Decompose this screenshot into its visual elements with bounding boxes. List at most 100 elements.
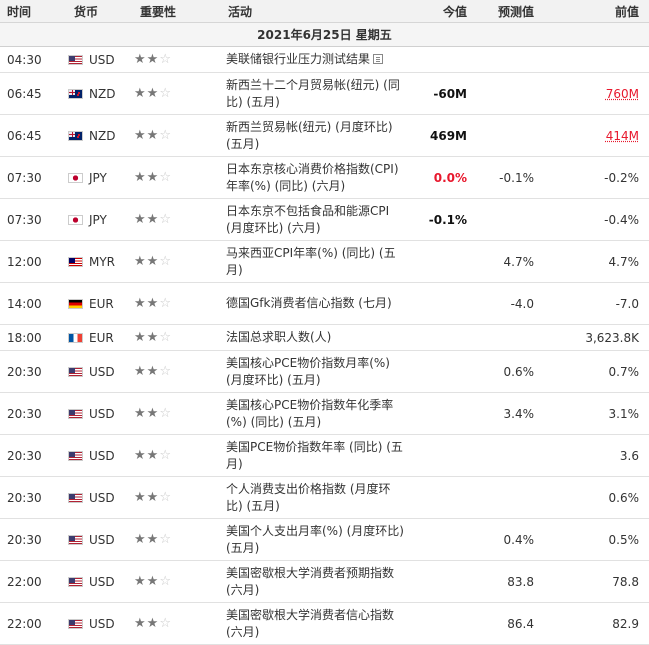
event-cell[interactable]: 美国个人支出月率(%) (月度环比) (五月) (224, 518, 407, 561)
star-filled-icon: ★ (146, 364, 160, 379)
star-empty-icon: ☆ (159, 86, 172, 101)
star-empty-icon: ☆ (159, 128, 172, 143)
event-name[interactable]: 个人消费支出价格指数 (月度环比) (五月) (226, 482, 391, 513)
currency-code: JPY (89, 212, 107, 227)
table-row[interactable]: 20:30 USD ★★☆ 美国PCE物价指数年率 (同比) (五月) 3.6 (0, 434, 649, 477)
table-row[interactable]: 06:45 NZD ★★☆ 新西兰十二个月贸易帐(纽元) (同比) (五月) -60M 7… (0, 72, 649, 115)
row-currency: USD (66, 350, 132, 393)
actual-value (407, 392, 475, 435)
event-name[interactable]: 美国个人支出月率(%) (月度环比) (五月) (226, 524, 404, 555)
col-header-event[interactable]: 活动 (224, 0, 407, 23)
event-cell[interactable]: 美国核心PCE物价指数年化季率(%) (同比) (五月) (224, 392, 407, 435)
previous-value: 4.7% (542, 240, 649, 283)
previous-text: -0.2% (604, 170, 639, 185)
forecast-text: 0.6% (503, 364, 535, 379)
event-cell[interactable]: 新西兰贸易帐(纽元) (月度环比) (五月) (224, 114, 407, 157)
star-filled-icon: ★ (134, 254, 147, 269)
event-cell[interactable]: 日本东京不包括食品和能源CPI (月度环比) (六月) (224, 198, 407, 241)
event-cell[interactable]: 日本东京核心消费价格指数(CPI)年率(%) (同比) (六月) (224, 156, 407, 199)
event-name[interactable]: 美国密歇根大学消费者信心指数 (六月) (226, 608, 394, 639)
previous-value (542, 46, 649, 73)
event-cell[interactable]: 美国密歇根大学消费者信心指数 (六月) (224, 602, 407, 645)
event-name[interactable]: 美联储银行业压力测试结果 (226, 52, 370, 66)
forecast-text: 83.8 (507, 574, 534, 589)
table-row[interactable]: 14:00 EUR ★★☆ 德国Gfk消费者信心指数 (七月) -4.0 -7.0 (0, 282, 649, 325)
table-row[interactable]: 20:30 USD ★★☆ 美国核心PCE物价指数年化季率(%) (同比) (五月) 3… (0, 392, 649, 435)
currency-code: EUR (89, 296, 114, 311)
event-name[interactable]: 马来西亚CPI年率(%) (同比) (五月) (226, 246, 396, 277)
time-text: 07:30 (7, 212, 42, 227)
table-row[interactable]: 20:30 USD ★★☆ 美国个人支出月率(%) (月度环比) (五月) 0.4% 0.… (0, 518, 649, 561)
row-time: 20:30 (0, 350, 66, 393)
col-header-time[interactable]: 时间 (0, 0, 66, 23)
event-name[interactable]: 美国PCE物价指数年率 (同比) (五月) (226, 440, 403, 471)
event-name[interactable]: 法国总求职人数(人) (226, 330, 331, 344)
table-row[interactable]: 04:30 USD ★★☆ 美联储银行业压力测试结果 (0, 46, 649, 73)
col-header-currency[interactable]: 货币 (66, 0, 132, 23)
time-text: 22:00 (7, 616, 42, 631)
event-cell[interactable]: 法国总求职人数(人) (224, 324, 407, 351)
event-name[interactable]: 新西兰十二个月贸易帐(纽元) (同比) (五月) (226, 78, 400, 109)
event-cell[interactable]: 美联储银行业压力测试结果 (224, 46, 407, 73)
table-row[interactable]: 20:30 USD ★★☆ 美国核心PCE物价指数月率(%) (月度环比) (五月) 0… (0, 350, 649, 393)
table-row[interactable]: 07:30 JPY ★★☆ 日本东京不包括食品和能源CPI (月度环比) (六月) -0… (0, 198, 649, 241)
event-name[interactable]: 日本东京核心消费价格指数(CPI)年率(%) (同比) (六月) (226, 162, 399, 193)
col-header-actual[interactable]: 今值 (407, 0, 475, 23)
star-filled-icon: ★ (146, 212, 160, 227)
event-cell[interactable]: 德国Gfk消费者信心指数 (七月) (224, 282, 407, 325)
event-cell[interactable]: 美国核心PCE物价指数月率(%) (月度环比) (五月) (224, 350, 407, 393)
importance-stars: ★★☆ (132, 560, 224, 603)
event-name[interactable]: 日本东京不包括食品和能源CPI (月度环比) (六月) (226, 204, 389, 235)
event-name[interactable]: 美国核心PCE物价指数月率(%) (月度环比) (五月) (226, 356, 390, 387)
row-currency: JPY (66, 198, 132, 241)
actual-value (407, 434, 475, 477)
event-cell[interactable]: 个人消费支出价格指数 (月度环比) (五月) (224, 476, 407, 519)
row-currency: EUR (66, 282, 132, 325)
event-cell[interactable]: 美国密歇根大学消费者预期指数 (六月) (224, 560, 407, 603)
actual-text: -60M (433, 86, 467, 101)
row-currency: USD (66, 560, 132, 603)
previous-text[interactable]: 414M (606, 129, 639, 143)
table-row[interactable]: 22:00 USD ★★☆ 美国密歇根大学消费者信心指数 (六月) 86.4 82.9 (0, 602, 649, 645)
col-header-importance[interactable]: 重要性 (132, 0, 224, 23)
row-time: 14:00 (0, 282, 66, 325)
event-name[interactable]: 新西兰贸易帐(纽元) (月度环比) (五月) (226, 120, 393, 151)
table-row[interactable]: 18:00 EUR ★★☆ 法国总求职人数(人) 3,623.8K (0, 324, 649, 351)
forecast-value (475, 198, 542, 241)
event-name[interactable]: 美国核心PCE物价指数年化季率(%) (同比) (五月) (226, 398, 393, 429)
actual-value: -0.1% (407, 198, 475, 241)
col-header-previous[interactable]: 前值 (542, 0, 649, 23)
forecast-text: 4.7% (503, 254, 535, 269)
actual-value (407, 240, 475, 283)
forecast-value (475, 324, 542, 351)
col-header-forecast[interactable]: 预测值 (475, 0, 542, 23)
row-currency: USD (66, 392, 132, 435)
flag-jp-icon (68, 214, 83, 225)
table-row[interactable]: 20:30 USD ★★☆ 个人消费支出价格指数 (月度环比) (五月) 0.6% (0, 476, 649, 519)
table-row[interactable]: 12:00 MYR ★★☆ 马来西亚CPI年率(%) (同比) (五月) 4.7% 4.7… (0, 240, 649, 283)
table-row[interactable]: 07:30 JPY ★★☆ 日本东京核心消费价格指数(CPI)年率(%) (同比) (… (0, 156, 649, 199)
table-row[interactable]: 06:45 NZD ★★☆ 新西兰贸易帐(纽元) (月度环比) (五月) 469M 414… (0, 114, 649, 157)
row-time: 12:00 (0, 240, 66, 283)
previous-text[interactable]: 760M (606, 87, 639, 101)
star-filled-icon: ★ (134, 616, 147, 631)
event-name[interactable]: 德国Gfk消费者信心指数 (七月) (226, 296, 392, 310)
star-empty-icon: ☆ (159, 490, 172, 505)
event-name[interactable]: 美国密歇根大学消费者预期指数 (六月) (226, 566, 394, 597)
table-row[interactable]: 22:00 USD ★★☆ 美国密歇根大学消费者预期指数 (六月) 83.8 78.8 (0, 560, 649, 603)
time-text: 22:00 (7, 574, 42, 589)
star-filled-icon: ★ (146, 296, 160, 311)
event-cell[interactable]: 美国PCE物价指数年率 (同比) (五月) (224, 434, 407, 477)
star-filled-icon: ★ (146, 406, 160, 421)
event-cell[interactable]: 马来西亚CPI年率(%) (同比) (五月) (224, 240, 407, 283)
star-filled-icon: ★ (146, 532, 160, 547)
row-currency: USD (66, 518, 132, 561)
flag-us-icon (68, 366, 83, 377)
actual-value (407, 518, 475, 561)
previous-text: 0.7% (608, 364, 640, 379)
time-text: 20:30 (7, 490, 42, 505)
event-cell[interactable]: 新西兰十二个月贸易帐(纽元) (同比) (五月) (224, 72, 407, 115)
document-icon[interactable] (373, 54, 384, 64)
star-empty-icon: ☆ (159, 296, 172, 311)
previous-text: 3,623.8K (585, 330, 639, 345)
